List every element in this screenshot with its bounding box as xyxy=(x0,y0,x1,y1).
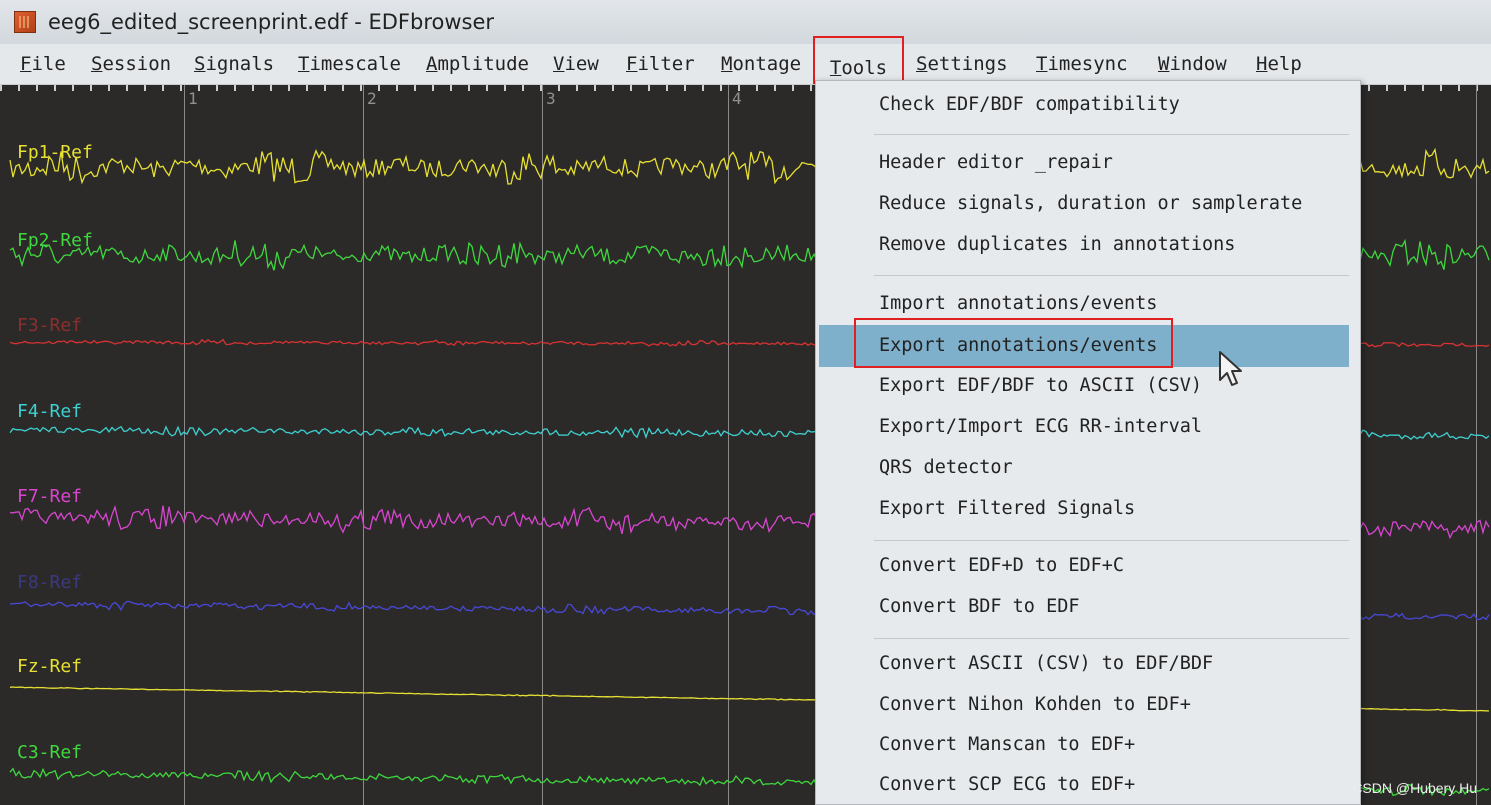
menu-timesync[interactable]: Timesync xyxy=(1028,47,1136,81)
menu-item-export-ascii[interactable]: Export EDF/BDF to ASCII (CSV) xyxy=(819,368,1349,404)
menu-bar: File Session Signals Timescale Amplitude… xyxy=(0,36,1491,85)
menu-item-remove-duplicates[interactable]: Remove duplicates in annotations xyxy=(819,227,1349,263)
menu-item-convert-nihon-kohden[interactable]: Convert Nihon Kohden to EDF+ xyxy=(819,687,1349,723)
menu-item-convert-ascii[interactable]: Convert ASCII (CSV) to EDF/BDF xyxy=(819,646,1349,682)
title-bar: eeg6_edited_screenprint.edf - EDFbrowser xyxy=(0,0,1491,44)
menu-view[interactable]: View xyxy=(545,47,607,81)
menu-item-check-compatibility[interactable]: Check EDF/BDF compatibility xyxy=(819,87,1349,123)
menu-tools[interactable]: Tools xyxy=(813,36,904,84)
menu-session[interactable]: Session xyxy=(83,47,179,81)
menu-item-convert-bdf[interactable]: Convert BDF to EDF xyxy=(819,589,1349,625)
menu-item-import-annotations[interactable]: Import annotations/events xyxy=(819,286,1349,322)
menu-filter[interactable]: Filter xyxy=(618,47,703,81)
menu-separator xyxy=(874,540,1349,541)
mouse-cursor-icon xyxy=(1219,351,1242,386)
menu-file[interactable]: File xyxy=(12,47,74,81)
highlight-annotation-box xyxy=(854,318,1173,368)
menu-help[interactable]: Help xyxy=(1248,47,1310,81)
menu-amplitude[interactable]: Amplitude xyxy=(418,47,537,81)
menu-montage[interactable]: Montage xyxy=(713,47,809,81)
menu-item-ecg-rr-interval[interactable]: Export/Import ECG RR-interval xyxy=(819,409,1349,445)
menu-settings[interactable]: Settings xyxy=(908,47,1016,81)
menu-item-qrs-detector[interactable]: QRS detector xyxy=(819,450,1349,486)
channel-label-f7: F7-Ref xyxy=(17,486,83,507)
channel-label-fp2: Fp2-Ref xyxy=(17,230,93,251)
channel-label-f8: F8-Ref xyxy=(17,572,83,593)
channel-label-fp1: Fp1-Ref xyxy=(17,142,93,163)
menu-timescale[interactable]: Timescale xyxy=(290,47,409,81)
menu-window[interactable]: Window xyxy=(1150,47,1235,81)
menu-item-convert-scp-ecg[interactable]: Convert SCP ECG to EDF+ xyxy=(819,767,1349,803)
window-title: eeg6_edited_screenprint.edf - EDFbrowser xyxy=(48,10,495,34)
watermark: CSDN @Hubery Hu xyxy=(1352,780,1477,796)
menu-item-convert-manscan[interactable]: Convert Manscan to EDF+ xyxy=(819,727,1349,763)
channel-label-c3: C3-Ref xyxy=(17,742,83,763)
menu-separator xyxy=(874,134,1349,135)
menu-separator xyxy=(874,638,1349,639)
channel-label-f4: F4-Ref xyxy=(17,401,83,422)
menu-separator xyxy=(874,275,1349,276)
menu-signals[interactable]: Signals xyxy=(186,47,282,81)
menu-item-export-filtered[interactable]: Export Filtered Signals xyxy=(819,491,1349,527)
menu-item-convert-edfd[interactable]: Convert EDF+D to EDF+C xyxy=(819,548,1349,584)
tools-dropdown-menu: Check EDF/BDF compatibility Header edito… xyxy=(815,80,1361,805)
channel-label-f3: F3-Ref xyxy=(17,315,83,336)
channel-label-fz: Fz-Ref xyxy=(17,656,83,677)
app-icon xyxy=(14,11,36,33)
menu-item-header-editor[interactable]: Header editor _repair xyxy=(819,145,1349,181)
menu-item-reduce-signals[interactable]: Reduce signals, duration or samplerate xyxy=(819,186,1349,222)
